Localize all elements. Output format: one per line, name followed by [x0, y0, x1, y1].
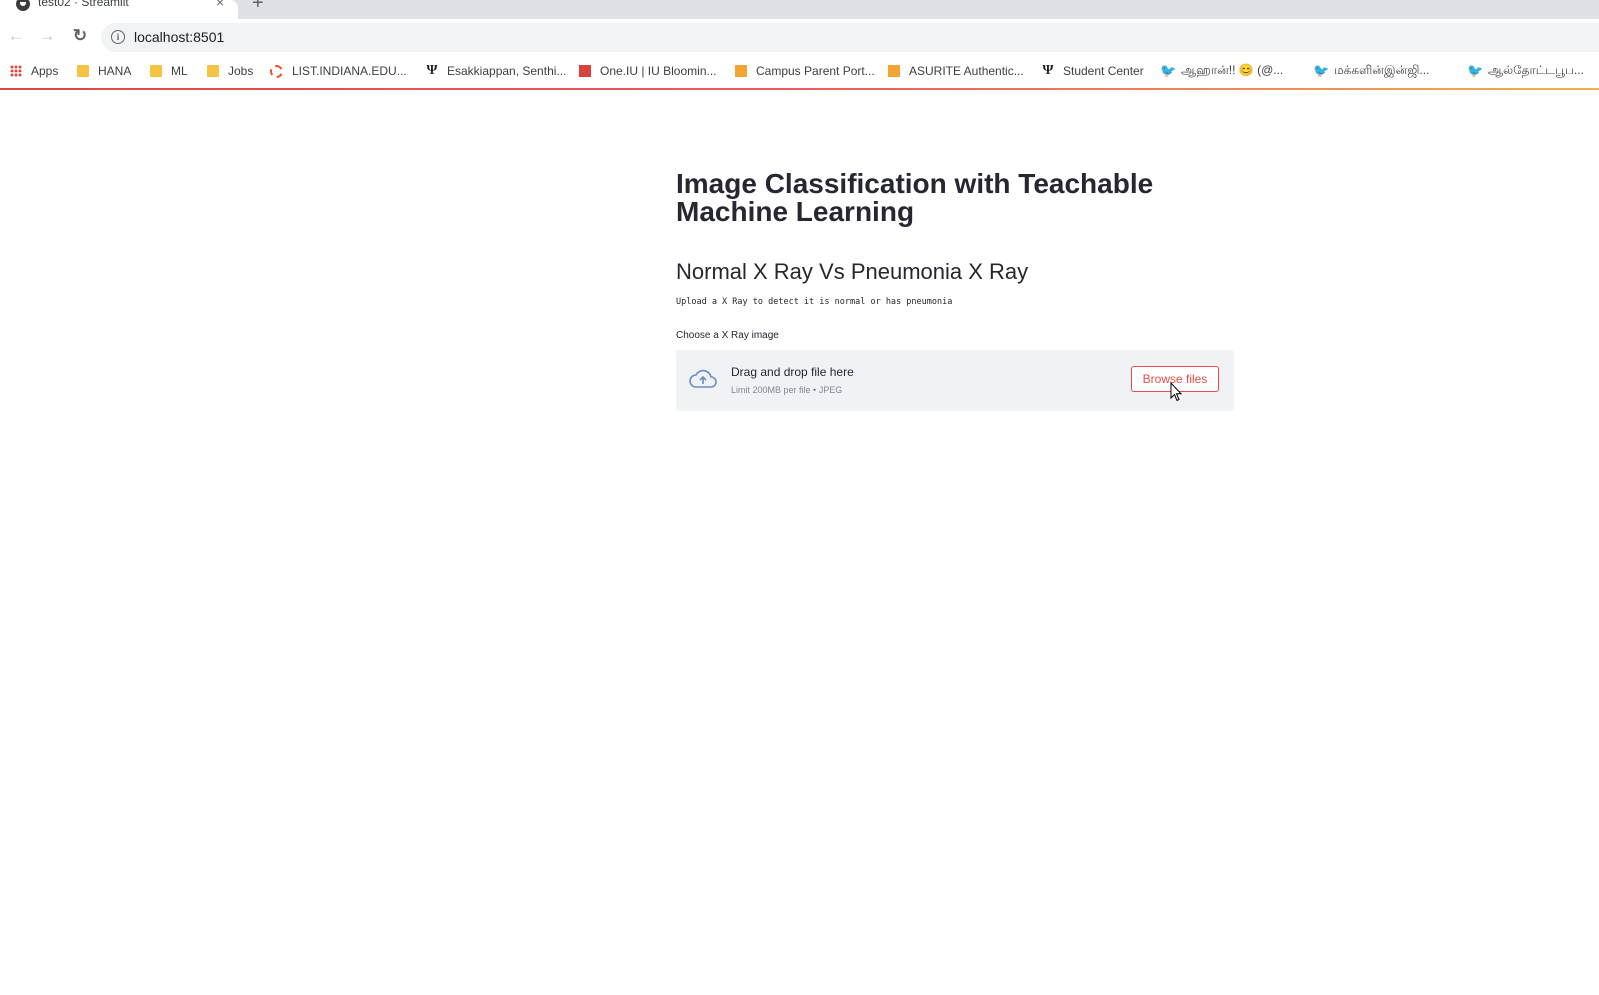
- orange-box-icon: [888, 65, 900, 77]
- twitter-bird-icon: 🐦: [1467, 63, 1484, 78]
- tab-title: test02 · Streamlit: [38, 0, 129, 9]
- page-title: Image Classification with Teachable Mach…: [676, 168, 1154, 227]
- file-types: JPEG: [818, 385, 843, 395]
- bookmark-label: ML: [171, 64, 188, 78]
- code-text: Upload a X Ray to detect it is normal or…: [676, 297, 953, 307]
- twitter-bird-icon: 🐦: [1160, 63, 1177, 78]
- uploader-label: Choose a X Ray image: [676, 330, 779, 341]
- spinner-logo-icon: [270, 64, 283, 78]
- bookmark-label: Student Center: [1063, 64, 1144, 78]
- bookmark-campus-parent[interactable]: Campus Parent Port...: [735, 63, 875, 79]
- bookmark-label: மக்களின்இன்ஜி...: [1334, 63, 1430, 77]
- bookmark-asurite[interactable]: ASURITE Authentic...: [888, 63, 1024, 79]
- tab-strip: test02 · Streamlit × +: [0, 0, 1599, 19]
- forward-arrow-icon[interactable]: →: [37, 26, 57, 46]
- iu-trident-icon: Ψ: [426, 63, 438, 78]
- drop-instructions: Drag and drop file here: [731, 365, 854, 379]
- page-subheader: Normal X Ray Vs Pneumonia X Ray: [676, 259, 1029, 284]
- bookmark-label: ஆஹான்!! 😊 (@...: [1181, 63, 1284, 77]
- address-bar[interactable]: i localhost:8501: [101, 23, 1599, 52]
- cloud-upload-icon: [689, 369, 717, 388]
- folder-icon: [77, 65, 89, 77]
- apps-grid-icon: [10, 65, 22, 77]
- size-limit: Limit 200MB per file •: [731, 385, 819, 395]
- folder-icon: [150, 65, 162, 77]
- red-square-icon: [579, 65, 591, 77]
- active-tab[interactable]: test02 · Streamlit ×: [0, 0, 238, 19]
- bookmark-esakkiappan[interactable]: Ψ Esakkiappan, Senthi...: [426, 63, 567, 79]
- bookmark-label: Apps: [31, 64, 59, 78]
- mouse-pointer-icon: [1170, 382, 1182, 402]
- new-tab-button[interactable]: +: [252, 0, 264, 15]
- folder-icon: [207, 65, 219, 77]
- file-uploader-dropzone[interactable]: Drag and drop file here Limit 200MB per …: [676, 350, 1234, 411]
- bookmark-jobs[interactable]: Jobs: [207, 63, 253, 79]
- back-arrow-icon[interactable]: ←: [6, 26, 26, 46]
- bookmark-student-center[interactable]: Ψ Student Center: [1042, 63, 1144, 79]
- bookmark-twitter-1[interactable]: 🐦 ஆஹான்!! 😊 (@...: [1160, 63, 1283, 79]
- streamlit-favicon-icon: [16, 0, 30, 11]
- bookmark-ml[interactable]: ML: [150, 63, 188, 79]
- bookmark-list-indiana[interactable]: LIST.INDIANA.EDU...: [270, 63, 407, 79]
- bookmark-hana[interactable]: HANA: [77, 63, 131, 79]
- bookmark-twitter-2[interactable]: 🐦 மக்களின்இன்ஜி...: [1313, 63, 1429, 79]
- url-text[interactable]: localhost:8501: [134, 29, 224, 45]
- bookmark-apps[interactable]: Apps: [10, 63, 58, 79]
- bookmark-label: Esakkiappan, Senthi...: [447, 64, 567, 78]
- bookmark-label: ASURITE Authentic...: [909, 64, 1024, 78]
- site-info-icon[interactable]: i: [111, 30, 125, 44]
- bookmarks-bar: Apps HANA ML Jobs LIST.INDIANA.EDU... Ψ …: [0, 55, 1599, 88]
- orange-box-icon: [735, 65, 747, 77]
- bookmark-label: One.IU | IU Bloomin...: [600, 64, 717, 78]
- bookmark-label: Campus Parent Port...: [756, 64, 875, 78]
- file-limit-text: Limit 200MB per file • JPEG: [731, 385, 842, 395]
- twitter-bird-icon: 🐦: [1313, 63, 1330, 78]
- bookmark-label: HANA: [98, 64, 132, 78]
- bookmark-label: LIST.INDIANA.EDU...: [292, 64, 407, 78]
- streamlit-decoration-bar: [0, 88, 1599, 90]
- iu-trident-icon: Ψ: [1042, 63, 1054, 78]
- bookmark-label: ஆல்தோட்டபூப...: [1488, 63, 1584, 77]
- bookmark-label: Jobs: [228, 64, 254, 78]
- reload-icon[interactable]: ↻: [70, 26, 90, 46]
- browser-toolbar: ← → ↻ i localhost:8501: [0, 19, 1599, 55]
- bookmark-twitter-3[interactable]: 🐦 ஆல்தோட்டபூப...: [1467, 63, 1584, 79]
- tab-close-icon[interactable]: ×: [216, 0, 224, 10]
- bookmark-one-iu[interactable]: One.IU | IU Bloomin...: [579, 63, 717, 79]
